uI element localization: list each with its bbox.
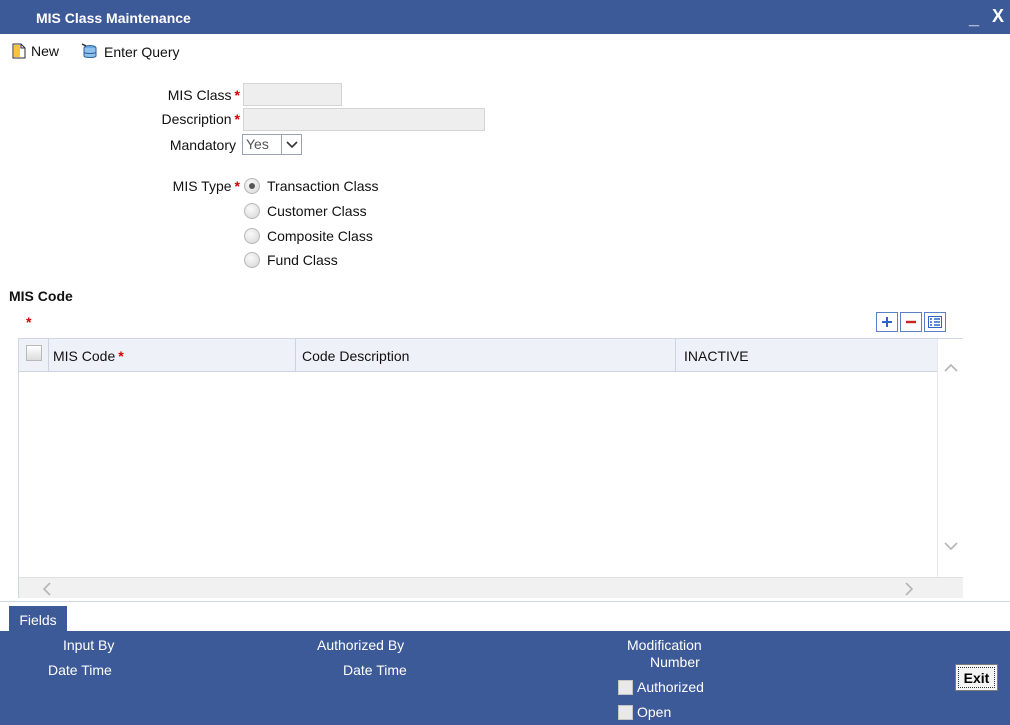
date-time-label: Date Time (343, 662, 407, 678)
radio-unselected-icon[interactable] (244, 228, 260, 244)
scroll-up-icon[interactable] (944, 363, 958, 372)
scroll-down-icon[interactable] (944, 542, 958, 551)
description-label: Description * (120, 111, 240, 127)
window-title: MIS Class Maintenance (36, 10, 191, 26)
column-header-label: Code Description (302, 347, 410, 364)
enter-query-button[interactable]: Enter Query (81, 43, 179, 61)
radio-label: Composite Class (267, 228, 373, 244)
required-marker: * (26, 314, 32, 330)
database-query-icon (81, 43, 97, 58)
mandatory-value: Yes (246, 136, 269, 152)
close-button[interactable]: X (992, 6, 1004, 27)
required-marker: * (234, 178, 240, 194)
date-time-label: Date Time (48, 662, 112, 678)
input-by-label: Input By (63, 637, 115, 653)
window-titlebar: MIS Class Maintenance _ X (0, 0, 1010, 34)
delete-row-button[interactable] (900, 312, 922, 332)
radio-composite-class[interactable]: Composite Class (244, 228, 373, 244)
column-header-inactive[interactable]: INACTIVE (676, 339, 937, 372)
grid-toolbar (876, 312, 946, 332)
add-row-button[interactable] (876, 312, 898, 332)
radio-transaction-class[interactable]: Transaction Class (244, 178, 379, 194)
radio-unselected-icon[interactable] (244, 252, 260, 268)
view-list-button[interactable] (924, 312, 946, 332)
checkbox-label: Authorized (637, 679, 704, 695)
chevron-down-icon (281, 135, 301, 154)
column-header-label: INACTIVE (684, 347, 749, 364)
number-label: Number (650, 654, 700, 670)
new-label: New (31, 43, 60, 59)
list-icon (928, 316, 942, 328)
mis-type-label-text: MIS Type (172, 178, 232, 194)
open-checkbox[interactable]: Open (618, 704, 671, 720)
fields-bar: Fields (0, 601, 1010, 633)
column-header-mis-code[interactable]: MIS Code * (49, 339, 296, 372)
select-all-cell (19, 339, 49, 372)
mis-class-input[interactable] (243, 83, 342, 106)
required-marker: * (118, 347, 124, 364)
mis-class-label-text: MIS Class (167, 87, 232, 103)
minus-icon (906, 320, 916, 324)
exit-button[interactable]: Exit (955, 664, 998, 691)
grid-header: MIS Code * Code Description INACTIVE (19, 339, 937, 372)
horizontal-scrollbar[interactable] (19, 577, 963, 598)
description-label-text: Description (161, 111, 232, 127)
radio-fund-class[interactable]: Fund Class (244, 252, 338, 268)
radio-label: Customer Class (267, 203, 367, 219)
radio-unselected-icon[interactable] (244, 203, 260, 219)
mis-code-section-title: MIS Code (9, 288, 73, 304)
required-marker: * (234, 111, 240, 127)
modification-label: Modification (627, 637, 702, 653)
checkbox-box[interactable] (618, 704, 633, 720)
toolbar: New Enter Query (0, 37, 1010, 65)
scroll-right-icon[interactable] (905, 582, 914, 596)
audit-footer: Input By Date Time Authorized By Date Ti… (0, 631, 1010, 725)
radio-selected-icon[interactable] (244, 178, 260, 194)
required-marker: * (234, 87, 240, 103)
enter-query-label: Enter Query (104, 44, 180, 60)
mis-code-grid: MIS Code * Code Description INACTIVE (18, 338, 963, 598)
radio-label: Transaction Class (267, 178, 379, 194)
description-input[interactable] (243, 108, 485, 131)
mandatory-select[interactable]: Yes (242, 134, 302, 155)
authorized-checkbox[interactable]: Authorized (618, 679, 704, 695)
scroll-left-icon[interactable] (42, 582, 51, 596)
mis-class-label: MIS Class * (120, 87, 240, 103)
authorized-by-label: Authorized By (317, 637, 405, 653)
new-button[interactable]: New (12, 43, 59, 59)
select-all-checkbox[interactable] (26, 345, 42, 361)
vertical-scrollbar[interactable] (937, 339, 963, 577)
radio-customer-class[interactable]: Customer Class (244, 203, 367, 219)
fields-button[interactable]: Fields (9, 606, 67, 633)
minimize-button[interactable]: _ (969, 8, 979, 29)
mandatory-label: Mandatory (169, 137, 236, 153)
column-header-label: MIS Code (53, 347, 116, 364)
column-header-code-description[interactable]: Code Description (296, 339, 676, 372)
new-document-icon (12, 43, 26, 59)
mis-type-label: MIS Type * (120, 178, 240, 194)
checkbox-box[interactable] (618, 679, 633, 695)
checkbox-label: Open (637, 704, 672, 720)
plus-icon (882, 317, 892, 327)
radio-label: Fund Class (267, 252, 338, 268)
